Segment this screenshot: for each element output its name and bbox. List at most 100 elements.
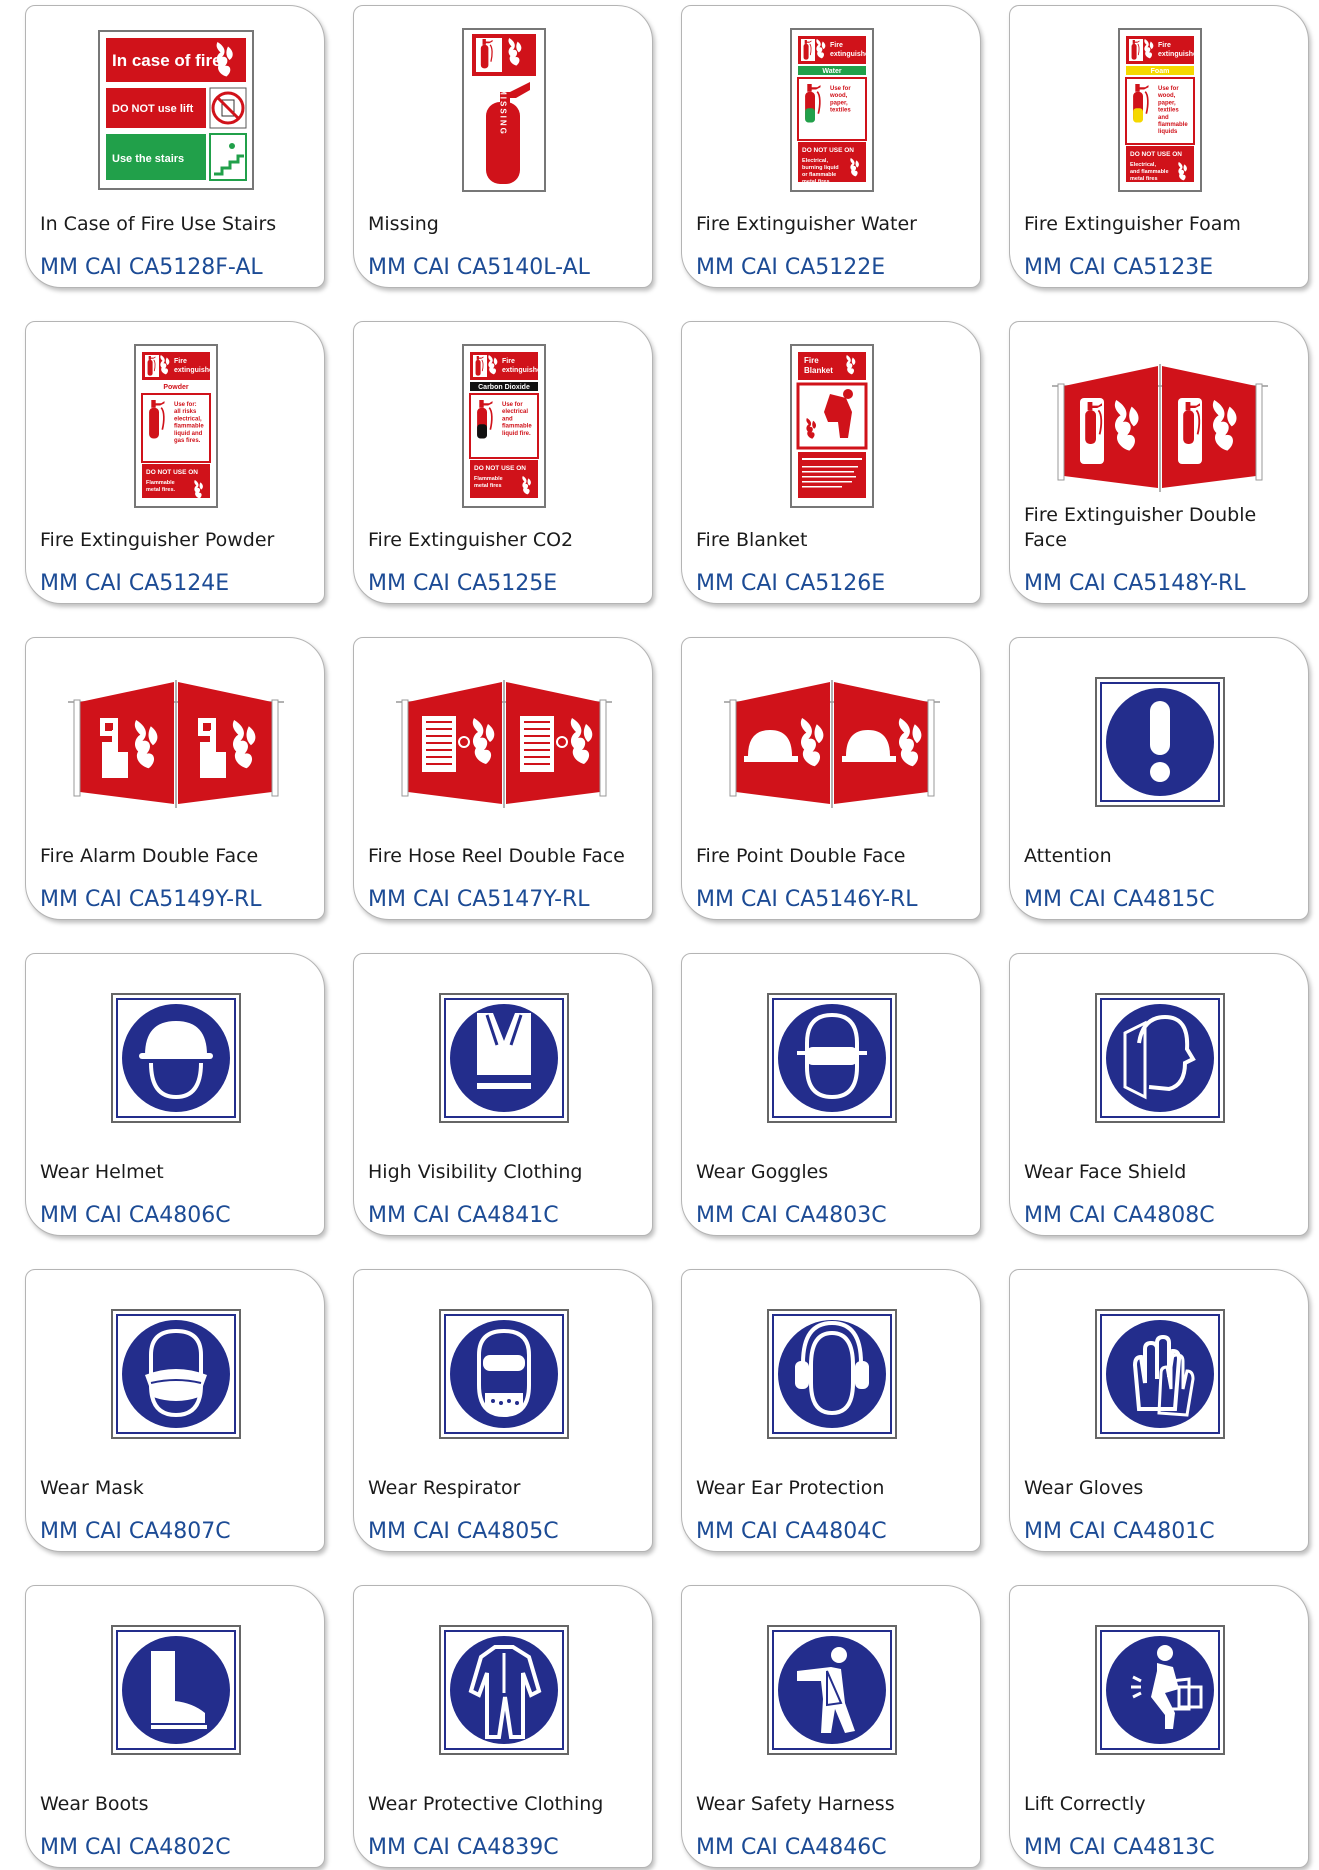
sign-text: Electrical, [802, 158, 828, 164]
product-card[interactable]: In case of fire DO NOT use lift Use the … [25, 5, 325, 288]
product-card[interactable]: Wear Mask MM CAI CA4807C [25, 1269, 325, 1552]
product-card[interactable]: Fire extinguisher Foam Use for wood, paper, t… [1009, 5, 1309, 288]
product-card[interactable]: Wear Protective Clothing MM CAI CA4839C [353, 1585, 653, 1868]
product-card[interactable]: Wear Boots MM CAI CA4802C [25, 1585, 325, 1868]
product-card[interactable]: Fire Alarm Double Face MM CAI CA5149Y-RL [25, 637, 325, 920]
lift-correctly-icon [1034, 1592, 1286, 1788]
sign-text: metal fires [1130, 176, 1158, 182]
product-name: Fire Extinguisher CO2 [368, 529, 574, 551]
high-visibility-vest-icon [378, 960, 630, 1156]
product-code-link[interactable]: MM CAI CA5123E [1024, 254, 1304, 282]
product-card[interactable]: Wear Safety Harness MM CAI CA4846C [681, 1585, 981, 1868]
product-code-link[interactable]: MM CAI CA5147Y-RL [368, 886, 648, 914]
product-name: Attention [1024, 845, 1112, 867]
sign-text: Fire [502, 358, 515, 365]
product-name: Lift Correctly [1024, 1793, 1146, 1815]
sign-text: flammable [1158, 122, 1188, 128]
hose-reel-double-face-sign-icon [378, 644, 630, 840]
product-card[interactable]: Wear Gloves MM CAI CA4801C [1009, 1269, 1309, 1552]
sign-text: Electrical, [1130, 162, 1156, 168]
product-name: Wear Mask [40, 1477, 144, 1499]
product-card[interactable]: Attention MM CAI CA4815C [1009, 637, 1309, 920]
product-code-link[interactable]: MM CAI CA5146Y-RL [696, 886, 976, 914]
sign-text: Use for [502, 402, 523, 408]
product-code-link[interactable]: MM CAI CA5128F-AL [40, 254, 320, 282]
product-name: Missing [368, 213, 439, 235]
product-card[interactable]: Lift Correctly MM CAI CA4813C [1009, 1585, 1309, 1868]
sign-text: liquid fire. [502, 431, 531, 437]
product-code-link[interactable]: MM CAI CA4839C [368, 1834, 648, 1862]
product-code-link[interactable]: MM CAI CA5140L-AL [368, 254, 648, 282]
sign-text: extinguisher [174, 367, 216, 374]
fire-point-double-face-sign-icon [706, 644, 958, 840]
wear-ear-protection-icon [706, 1276, 958, 1472]
product-card[interactable]: Wear Ear Protection MM CAI CA4804C [681, 1269, 981, 1552]
sign-text: and [502, 416, 513, 422]
sign-text: Use for [1158, 86, 1179, 92]
extinguisher-double-face-sign-icon [1034, 328, 1286, 524]
sign-text: wood, [1157, 93, 1176, 99]
product-code-link[interactable]: MM CAI CA4815C [1024, 886, 1304, 914]
sign-text: textiles [830, 108, 851, 114]
product-code-link[interactable]: MM CAI CA5126E [696, 570, 976, 598]
fire-blanket-sign-icon: Fire Blanket [706, 328, 958, 524]
fire-alarm-double-face-sign-icon [50, 644, 302, 840]
product-name: Fire Extinguisher Water [696, 213, 917, 235]
product-code-link[interactable]: MM CAI CA5148Y-RL [1024, 570, 1304, 598]
sign-text: paper, [1158, 100, 1176, 106]
product-card[interactable]: Wear Face Shield MM CAI CA4808C [1009, 953, 1309, 1236]
sign-text: DO NOT USE ON [474, 465, 526, 472]
product-card[interactable]: Wear Helmet MM CAI CA4806C [25, 953, 325, 1236]
product-code-link[interactable]: MM CAI CA4841C [368, 1202, 648, 1230]
sign-text: electrical, [174, 416, 202, 422]
product-name: Wear Goggles [696, 1161, 829, 1183]
wear-mask-icon [50, 1276, 302, 1472]
attention-exclamation-icon [1034, 644, 1286, 840]
product-code-link[interactable]: MM CAI CA5124E [40, 570, 320, 598]
product-card[interactable]: Wear Respirator MM CAI CA4805C [353, 1269, 653, 1552]
product-code-link[interactable]: MM CAI CA4803C [696, 1202, 976, 1230]
product-card[interactable]: Fire Point Double Face MM CAI CA5146Y-RL [681, 637, 981, 920]
sign-text: extinguisher [1158, 51, 1200, 58]
product-code-link[interactable]: MM CAI CA4846C [696, 1834, 976, 1862]
product-code-link[interactable]: MM CAI CA4807C [40, 1518, 320, 1546]
product-code-link[interactable]: MM CAI CA5122E [696, 254, 976, 282]
missing-extinguisher-sign-icon: MISSING [378, 12, 630, 208]
wear-face-shield-icon [1034, 960, 1286, 1156]
product-code-link[interactable]: MM CAI CA4808C [1024, 1202, 1304, 1230]
product-card[interactable]: Wear Goggles MM CAI CA4803C [681, 953, 981, 1236]
product-card[interactable]: High Visibility Clothing MM CAI CA4841C [353, 953, 653, 1236]
sign-text: gas fires. [174, 438, 201, 444]
product-card[interactable]: Fire Hose Reel Double Face MM CAI CA5147Y… [353, 637, 653, 920]
product-code-link[interactable]: MM CAI CA4805C [368, 1518, 648, 1546]
wear-goggles-icon [706, 960, 958, 1156]
sign-text: and flammable [1130, 169, 1169, 175]
sign-text: In case of fire [112, 51, 222, 70]
product-card[interactable]: Fire Extinguisher Double Face MM CAI CA51… [1009, 321, 1309, 604]
product-code-link[interactable]: MM CAI CA4806C [40, 1202, 320, 1230]
product-card[interactable]: Fire Blanket Fire Blanket MM CAI CA5126E [681, 321, 981, 604]
product-card[interactable]: Fire extinguisher Water Use for wood, paper,… [681, 5, 981, 288]
product-code-link[interactable]: MM CAI CA4804C [696, 1518, 976, 1546]
sign-text: Fire [830, 42, 843, 49]
product-code-link[interactable]: MM CAI CA4801C [1024, 1518, 1304, 1546]
product-card[interactable]: Fire extinguisher Carbon Dioxide Use for el… [353, 321, 653, 604]
product-code-link[interactable]: MM CAI CA4813C [1024, 1834, 1304, 1862]
sign-text: paper, [830, 100, 848, 106]
product-name: Wear Face Shield [1024, 1161, 1187, 1183]
product-name: In Case of Fire Use Stairs [40, 213, 277, 235]
product-grid: In case of fire DO NOT use lift Use the … [0, 0, 1319, 1870]
wear-helmet-icon [50, 960, 302, 1156]
sign-text: Use for [830, 86, 851, 92]
product-card[interactable]: MISSING Missing MM CAI CA5140L-AL [353, 5, 653, 288]
sign-text: metal fires [802, 179, 830, 185]
product-code-link[interactable]: MM CAI CA5149Y-RL [40, 886, 320, 914]
product-code-link[interactable]: MM CAI CA4802C [40, 1834, 320, 1862]
sign-text: metal fires [474, 483, 502, 489]
sign-text: textiles [1158, 108, 1179, 114]
product-card[interactable]: Fire extinguisher Powder Use for: all risks… [25, 321, 325, 604]
product-code-link[interactable]: MM CAI CA5125E [368, 570, 648, 598]
product-name: Fire Extinguisher Foam [1024, 213, 1241, 235]
co2-extinguisher-sign-icon: Fire extinguisher Carbon Dioxide Use for el… [378, 328, 630, 524]
sign-text: DO NOT USE ON [146, 469, 198, 476]
